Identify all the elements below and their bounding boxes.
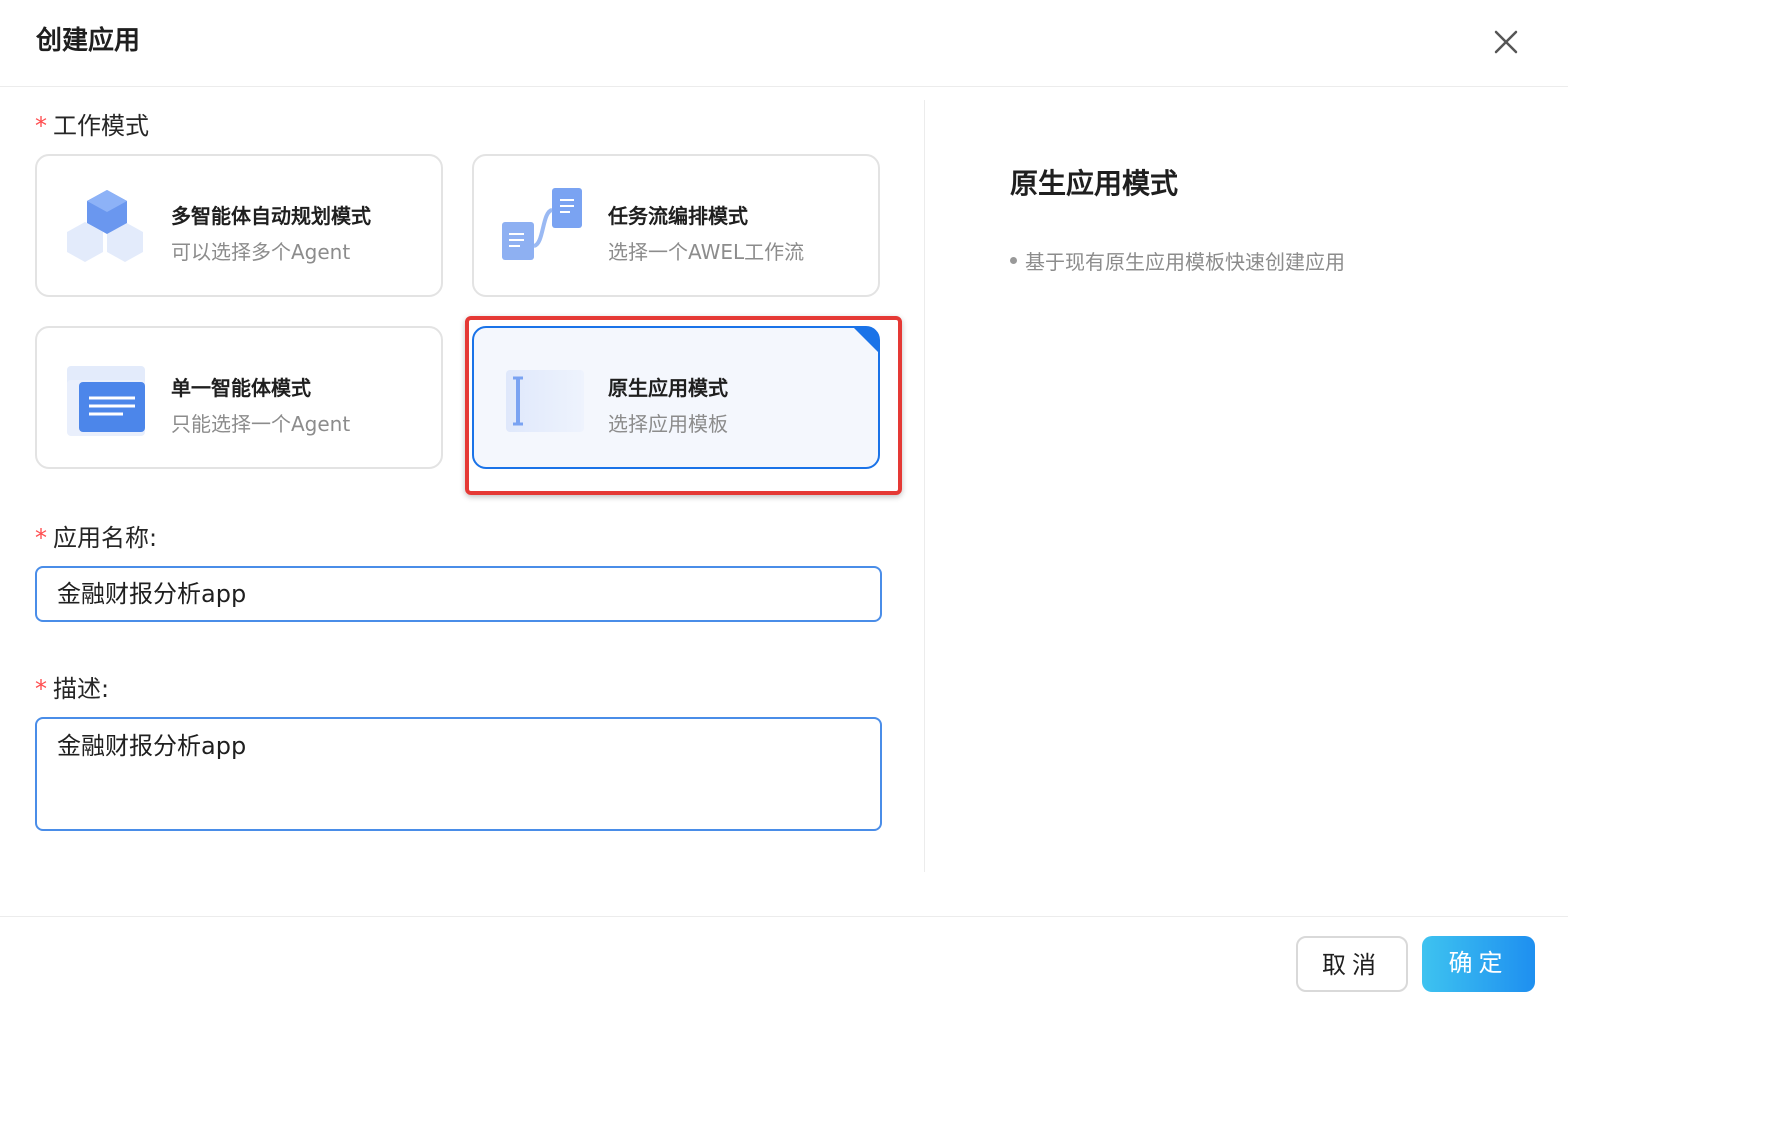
mode-card-native-app[interactable]: 原生应用模式 选择应用模板 [472, 326, 880, 469]
close-icon[interactable] [1488, 24, 1524, 60]
required-mark: * [35, 524, 47, 552]
template-icon [500, 358, 584, 442]
side-panel-bullet: 基于现有原生应用模板快速创建应用 [1010, 246, 1345, 275]
dialog-header: 创建应用 [0, 0, 1568, 87]
mode-card-title: 多智能体自动规划模式 [171, 204, 371, 228]
confirm-button[interactable]: 确定 [1422, 936, 1535, 992]
dialog-title: 创建应用 [36, 26, 141, 56]
required-mark: * [35, 675, 47, 703]
workflow-icon [500, 186, 584, 270]
mode-label: * 工作模式 [35, 112, 149, 140]
side-panel-title: 原生应用模式 [1010, 167, 1179, 200]
document-card-icon [63, 358, 147, 442]
mode-card-subtitle: 只能选择一个Agent [171, 412, 351, 436]
description-textarea[interactable]: 金融财报分析app [35, 717, 882, 831]
mode-card-subtitle: 选择一个AWEL工作流 [608, 240, 805, 264]
app-name-input[interactable]: 金融财报分析app [35, 566, 882, 622]
required-mark: * [35, 112, 47, 140]
mode-card-title: 单一智能体模式 [171, 376, 311, 400]
mode-card-subtitle: 可以选择多个Agent [171, 240, 351, 264]
mode-card-title: 原生应用模式 [608, 376, 728, 400]
bullet-dot-icon [1010, 257, 1017, 264]
mode-card-workflow[interactable]: 任务流编排模式 选择一个AWEL工作流 [472, 154, 880, 297]
mode-card-title: 任务流编排模式 [608, 204, 748, 228]
mode-card-subtitle: 选择应用模板 [608, 412, 728, 436]
mode-card-multi-agent[interactable]: 多智能体自动规划模式 可以选择多个Agent [35, 154, 443, 297]
selected-corner-mark [854, 328, 878, 352]
mode-card-single-agent[interactable]: 单一智能体模式 只能选择一个Agent [35, 326, 443, 469]
panel-divider [924, 100, 925, 872]
app-name-label: * 应用名称: [35, 524, 158, 552]
description-label: * 描述: [35, 675, 110, 703]
hexagon-cubes-icon [63, 186, 147, 270]
cancel-button[interactable]: 取消 [1296, 936, 1408, 992]
